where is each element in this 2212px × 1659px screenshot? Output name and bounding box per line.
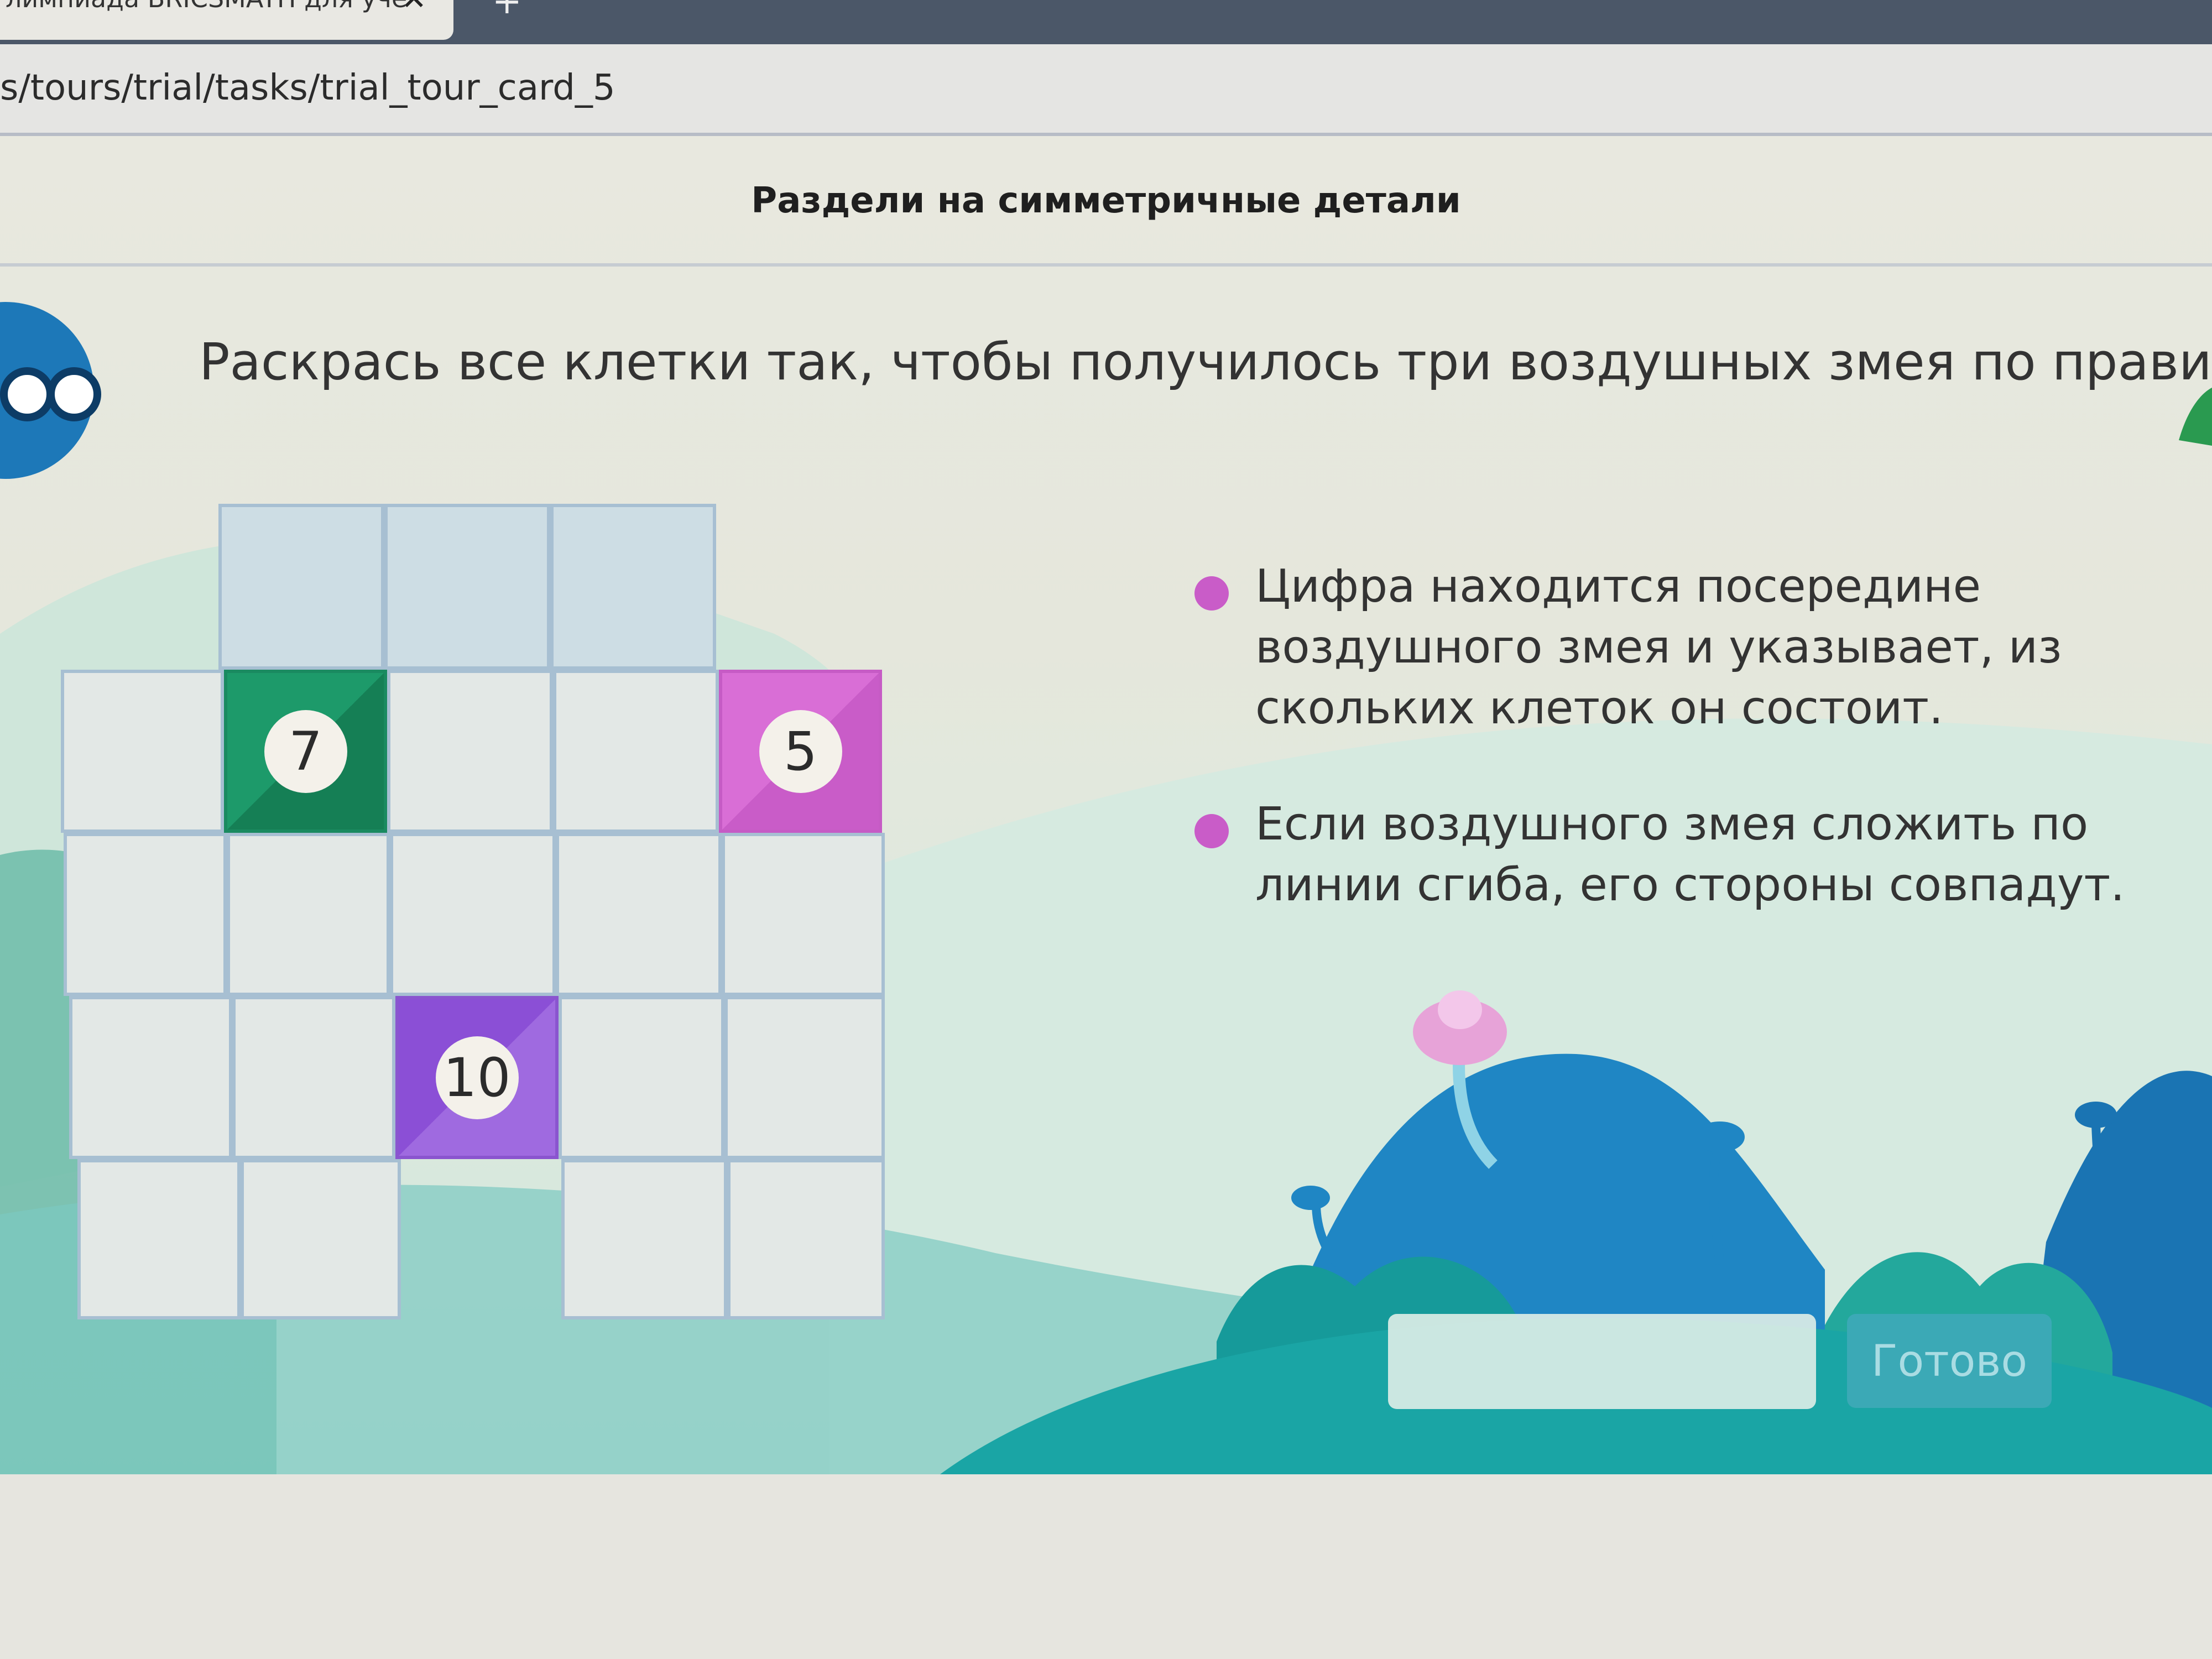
- grid-cell[interactable]: [559, 996, 724, 1159]
- grid-cell[interactable]: [553, 670, 719, 833]
- grid-cell[interactable]: [218, 504, 384, 670]
- grid-cell[interactable]: [77, 1159, 241, 1319]
- grid-cell-kite-7[interactable]: 7: [224, 670, 387, 833]
- rule-text: Если воздушного змея сложить по линии сг…: [1255, 798, 2125, 911]
- page-header: Раздели на симметричные детали: [0, 136, 2212, 267]
- new-tab-icon[interactable]: +: [492, 0, 522, 22]
- grid-cell[interactable]: [561, 1159, 727, 1319]
- grid-cell[interactable]: [556, 833, 722, 996]
- browser-tab-bar: лимпиада BRICSMATH для уче ✕ +: [0, 0, 2212, 44]
- grid-cell[interactable]: [550, 504, 716, 670]
- browser-tab[interactable]: лимпиада BRICSMATH для уче ✕: [0, 0, 453, 40]
- page-bottom-area: [0, 1474, 2212, 1659]
- grid-cell[interactable]: [64, 833, 227, 996]
- grid-cell[interactable]: [227, 833, 390, 996]
- url-text[interactable]: s/tours/trial/tasks/trial_tour_card_5: [0, 67, 615, 108]
- grid-cell[interactable]: [724, 996, 885, 1159]
- close-icon[interactable]: ✕: [401, 0, 427, 17]
- owl-eye-icon: [47, 367, 101, 421]
- bullet-icon: [1194, 576, 1229, 611]
- rule-item: Если воздушного змея сложить по линии сг…: [1194, 794, 2212, 916]
- rules-list: Цифра находится посередине воздушного зм…: [1194, 556, 2212, 971]
- rule-text: Цифра находится посередине воздушного зм…: [1255, 560, 2062, 734]
- page-title: Раздели на симметричные детали: [751, 180, 1461, 221]
- grid-cell[interactable]: [69, 996, 232, 1159]
- grid-cell-kite-10[interactable]: 10: [395, 996, 559, 1159]
- grid-cell-kite-5[interactable]: 5: [719, 670, 882, 833]
- tab-title: лимпиада BRICSMATH для уче: [6, 0, 407, 13]
- cell-number-5: 5: [759, 709, 842, 793]
- grid-cell[interactable]: [390, 833, 556, 996]
- owl-eye-icon: [0, 367, 54, 421]
- task-page: Раздели на симметричные детали Раскрась …: [0, 136, 2212, 1474]
- green-leaf-edge: [2179, 388, 2212, 446]
- grid-cell[interactable]: [387, 670, 553, 833]
- address-bar[interactable]: s/tours/trial/tasks/trial_tour_card_5: [0, 44, 2212, 136]
- answer-input[interactable]: [1388, 1314, 1816, 1409]
- grid-cell[interactable]: [241, 1159, 401, 1319]
- bullet-icon: [1194, 814, 1229, 848]
- grid-cell[interactable]: [727, 1159, 885, 1319]
- grid-cell[interactable]: [384, 504, 550, 670]
- rule-item: Цифра находится посередине воздушного зм…: [1194, 556, 2212, 739]
- done-button[interactable]: Готово: [1847, 1314, 2052, 1408]
- grid-cell[interactable]: [722, 833, 885, 996]
- cell-number-10: 10: [435, 1036, 519, 1119]
- grid-cell[interactable]: [232, 996, 395, 1159]
- grid-cell[interactable]: [61, 670, 224, 833]
- task-instruction: Раскрась все клетки так, чтобы получилос…: [199, 332, 2212, 392]
- cell-number-7: 7: [264, 709, 347, 793]
